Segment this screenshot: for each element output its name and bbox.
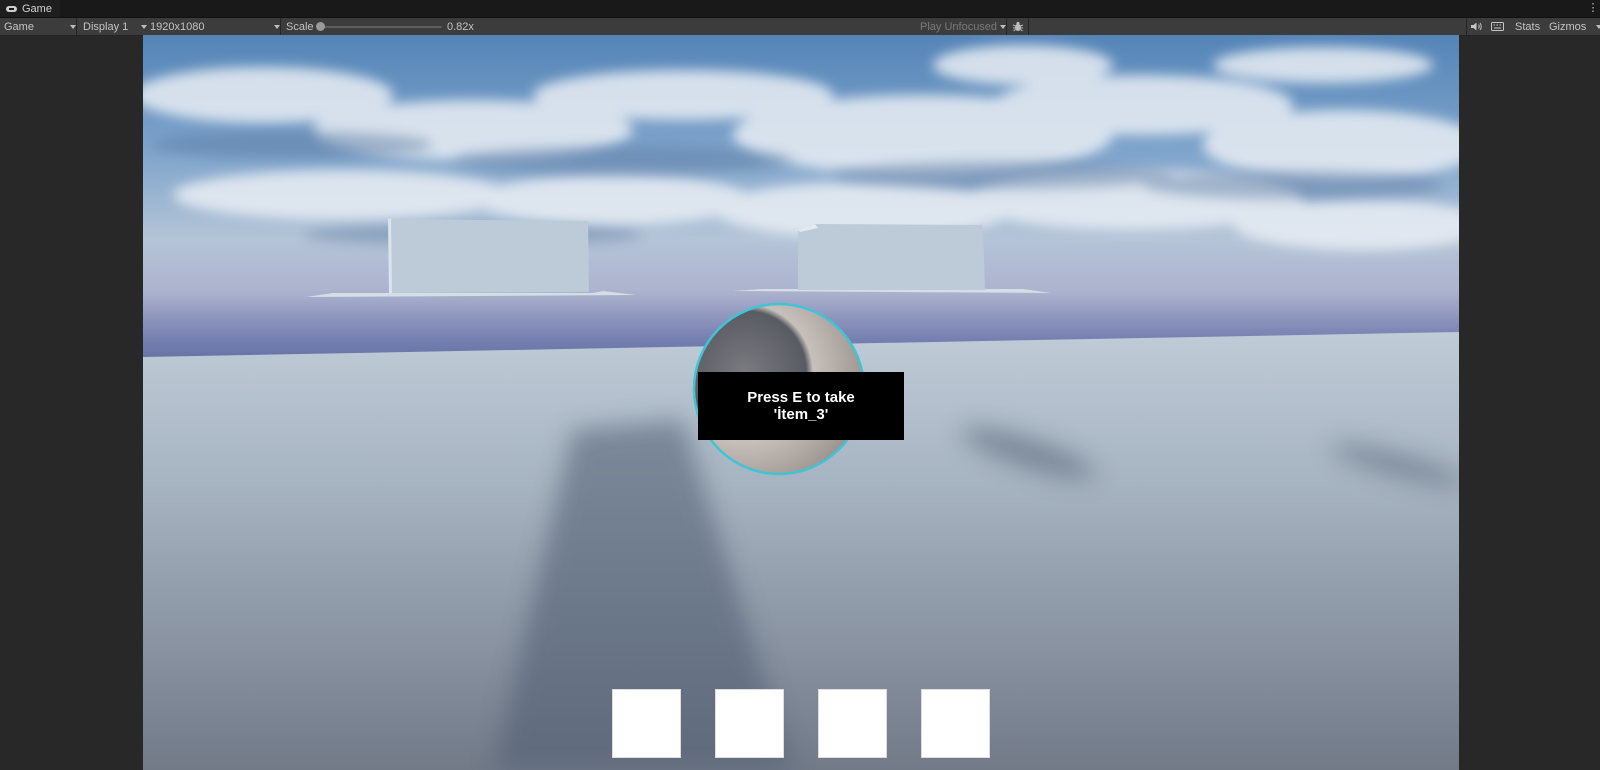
scale-value: 0.82x (447, 20, 474, 33)
keyboard-icon[interactable] (1491, 21, 1504, 32)
game-tab-label: Game (22, 2, 52, 15)
resolution-dropdown[interactable]: 1920x1080 (146, 18, 282, 35)
play-mode-dropdown[interactable]: Play Unfocused (916, 18, 1008, 35)
toolbar-divider (1466, 18, 1467, 35)
inventory-slot-4[interactable] (921, 689, 990, 758)
tab-options-icon[interactable]: ⋮ (1588, 1, 1599, 15)
scale-slider-thumb[interactable] (316, 22, 325, 31)
gizmos-label: Gizmos (1549, 20, 1587, 33)
inventory-slot-2[interactable] (715, 689, 784, 758)
game-view-toolbar: Game Display 1 1920x1080 Scale 0.82x Pla… (0, 18, 1600, 36)
game-viewport[interactable]: Press E to take 'İtem_3' (143, 35, 1459, 770)
toolbar-divider (1006, 18, 1007, 35)
resolution-label: 1920x1080 (150, 20, 205, 33)
editor-tab-bar: Game ⋮ (0, 0, 1600, 18)
stats-button[interactable]: Stats (1515, 18, 1540, 35)
play-mode-label: Play Unfocused (920, 20, 998, 33)
display-dropdown[interactable]: Display 1 (79, 18, 149, 35)
prompt-line-2: 'İtem_3' (773, 406, 829, 423)
prompt-line-1: Press E to take (747, 389, 855, 406)
toolbar-divider (76, 18, 77, 35)
bug-icon[interactable] (1012, 21, 1024, 32)
inventory-slot-3[interactable] (818, 689, 887, 758)
scale-label: Scale (286, 20, 314, 33)
chevron-down-icon (1596, 25, 1600, 29)
gamepad-icon (6, 5, 18, 13)
interaction-prompt: Press E to take 'İtem_3' (698, 372, 904, 440)
scale-slider[interactable] (320, 26, 442, 28)
toolbar-divider (1028, 18, 1029, 35)
view-mode-label: Game (4, 20, 34, 33)
gizmos-dropdown[interactable]: Gizmos (1545, 18, 1600, 35)
view-mode-dropdown[interactable]: Game (0, 18, 78, 35)
game-tab[interactable]: Game (0, 0, 60, 17)
toolbar-divider (280, 18, 281, 35)
audio-mute-icon[interactable] (1470, 21, 1483, 32)
display-label: Display 1 (83, 20, 129, 33)
inventory-slot-1[interactable] (612, 689, 681, 758)
